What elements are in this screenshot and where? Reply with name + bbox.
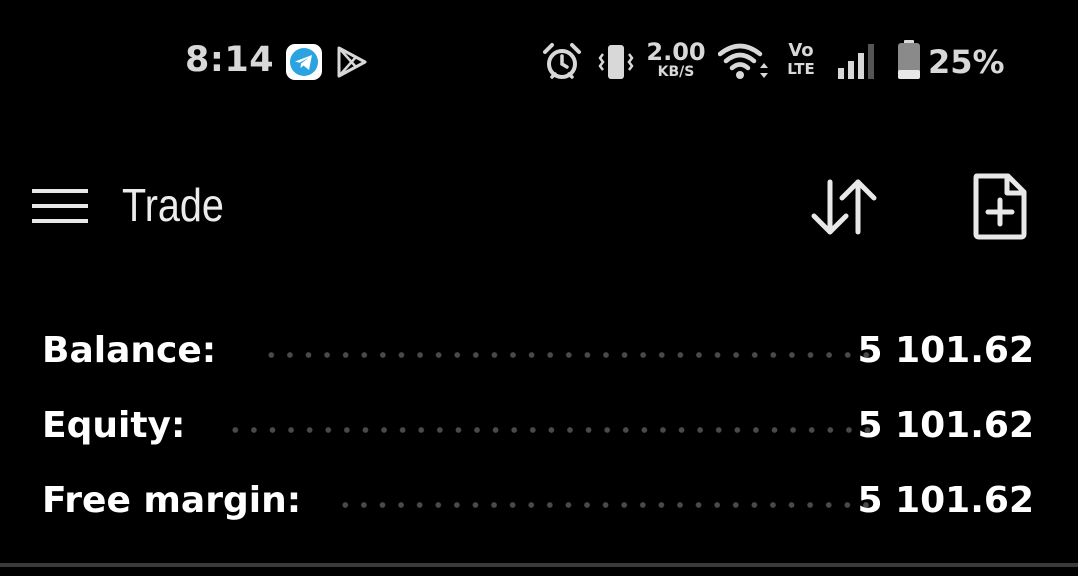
volte-bottom: LTE [787,60,815,78]
free-margin-value: 5 101.62 [857,480,1034,521]
volte-indicator: Vo LTE [784,42,818,77]
wifi-icon [717,42,770,82]
summary-row-balance: Balance: 5 101.62 [42,316,1038,388]
equity-label: Equity: [42,405,186,446]
summary-row-equity: Equity: 5 101.62 [42,391,1038,463]
volte-top: Vo [788,40,814,61]
new-document-icon [973,173,1027,240]
dot-leader [226,427,878,433]
battery-icon [896,40,922,80]
play-icon [334,45,370,79]
dot-leader [336,502,878,508]
telegram-icon [286,44,322,80]
equity-value: 5 101.62 [857,405,1034,446]
network-speed-value: 2.00 [646,38,706,66]
menu-button[interactable] [20,174,100,238]
bottom-divider [0,563,1078,567]
signal-icon [836,42,880,80]
battery-percent: 25% [928,43,1005,81]
summary-row-free-margin: Free margin: 5 101.62 [42,466,1038,538]
network-speed-unit: KB/S [657,64,695,80]
balance-label: Balance: [42,330,217,371]
sort-button[interactable] [802,170,886,242]
dot-leader [262,352,878,358]
menu-icon [32,189,88,223]
balance-value: 5 101.62 [857,330,1034,371]
new-order-button[interactable] [958,164,1042,248]
sort-arrows-icon [811,179,877,235]
network-speed: 2.00 KB/S [645,40,707,79]
page-title: Trade [122,179,224,231]
free-margin-label: Free margin: [42,480,302,521]
status-time: 8:14 [185,40,275,80]
vibrate-icon [596,42,636,82]
app-toolbar: Trade [0,150,1078,264]
status-bar: 8:14 2.00 KB/S Vo LTE 25% [0,0,1078,124]
alarm-icon [542,42,582,82]
